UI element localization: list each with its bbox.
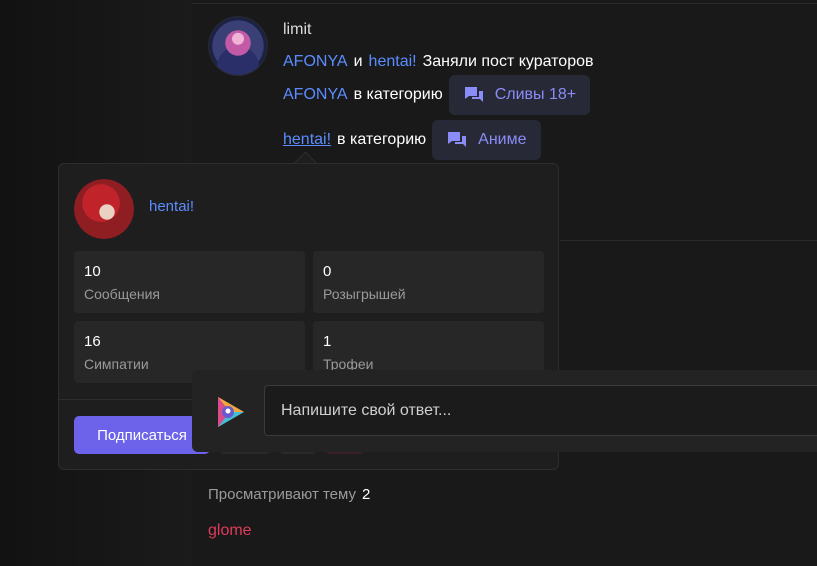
- divider: [560, 240, 817, 241]
- category-button-anime[interactable]: Аниме: [432, 120, 541, 160]
- message-line: AFONYA и hentai! Заняли пост кураторов: [283, 53, 594, 71]
- user-link[interactable]: hentai!: [283, 131, 331, 149]
- user-link[interactable]: AFONYA: [283, 53, 348, 71]
- category-label: Сливы 18+: [494, 86, 577, 103]
- user-avatar-icon[interactable]: [210, 392, 250, 432]
- message-author[interactable]: limit: [283, 21, 311, 39]
- stat-value: 0: [323, 263, 332, 280]
- popup-avatar[interactable]: [74, 179, 134, 239]
- message-line: AFONYA в категорию Сливы 18+: [283, 75, 591, 115]
- user-link[interactable]: hentai!: [369, 53, 417, 71]
- stat-label: Розыгрышей: [323, 286, 406, 302]
- watching-info: Просматривают тему 2: [208, 486, 370, 503]
- reply-input[interactable]: Напишите свой ответ...: [264, 385, 817, 436]
- stat-label: Симпатии: [84, 356, 149, 372]
- message-text: в категорию: [353, 86, 443, 103]
- user-link[interactable]: AFONYA: [283, 86, 348, 104]
- chat-bubbles-icon: [464, 87, 483, 102]
- chat-bubbles-icon: [448, 132, 467, 147]
- stat-giveaways[interactable]: 0 Розыгрышей: [313, 251, 544, 313]
- stat-messages[interactable]: 10 Сообщения: [74, 251, 305, 313]
- watching-count: 2: [362, 486, 371, 503]
- author-avatar[interactable]: [208, 16, 268, 76]
- subscribe-button[interactable]: Подписаться: [74, 416, 210, 454]
- reply-bar: Напишите свой ответ...: [192, 370, 817, 452]
- message-line: hentai! в категорию Аниме: [283, 120, 541, 160]
- stat-value: 1: [323, 333, 332, 350]
- conjunction-text: и: [353, 53, 363, 70]
- watching-label: Просматривают тему: [208, 486, 357, 503]
- viewer-link[interactable]: glome: [208, 522, 252, 540]
- message-text: Заняли пост кураторов: [422, 53, 594, 70]
- message-text: в категорию: [337, 131, 427, 148]
- category-label: Аниме: [478, 131, 527, 148]
- stat-value: 10: [84, 263, 101, 280]
- stat-value: 16: [84, 333, 101, 350]
- divider: [192, 3, 817, 4]
- category-button-slivy[interactable]: Сливы 18+: [448, 75, 591, 115]
- stat-label: Сообщения: [84, 286, 160, 302]
- popup-username[interactable]: hentai!: [149, 198, 194, 215]
